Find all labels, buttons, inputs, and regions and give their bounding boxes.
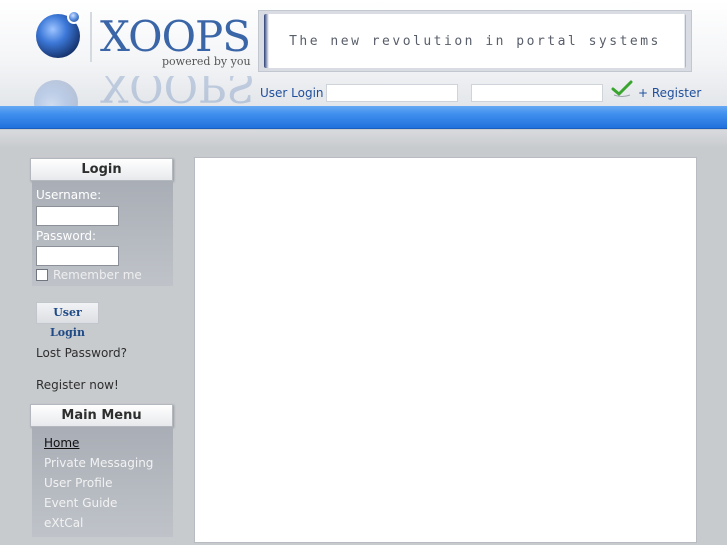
user-login-button[interactable]: User Login — [36, 302, 99, 339]
menu-item-private-messaging[interactable]: Private Messaging — [44, 456, 153, 470]
top-register-link[interactable]: + Register — [638, 86, 701, 100]
top-user-login-label: User Login — [260, 86, 324, 100]
nav-shadow — [0, 130, 727, 148]
top-password-input[interactable] — [471, 84, 603, 102]
remember-me-checkbox[interactable] — [36, 269, 48, 281]
menu-item-user-profile[interactable]: User Profile — [44, 476, 112, 490]
menu-item-extcal[interactable]: eXtCal — [44, 516, 83, 530]
checkmark-submit-icon[interactable] — [611, 79, 633, 99]
logo-small-ball-icon — [67, 10, 81, 24]
main-content-area — [194, 157, 697, 543]
password-field[interactable] — [36, 246, 119, 266]
password-label: Password: — [36, 229, 97, 243]
remember-me-label[interactable]: Remember me — [53, 268, 142, 282]
register-now-link[interactable]: Register now! — [36, 378, 119, 392]
banner-frame: The new revolution in portal systems — [264, 14, 686, 68]
lost-password-link[interactable]: Lost Password? — [36, 346, 127, 360]
menu-item-home[interactable]: Home — [44, 436, 79, 450]
navigation-bar — [0, 106, 727, 129]
login-block-title: Login — [30, 158, 173, 181]
logo-divider — [90, 12, 92, 62]
username-label: Username: — [36, 188, 102, 202]
site-header: XOOPS powered by you XOOPS The new revol… — [0, 0, 727, 106]
logo-reflection-text: XOOPS — [100, 76, 252, 106]
main-menu-title: Main Menu — [30, 404, 173, 427]
menu-item-event-guide[interactable]: Event Guide — [44, 496, 117, 510]
logo-tagline: powered by you — [162, 55, 251, 68]
logo-reflection: XOOPS — [22, 76, 252, 106]
header-banner[interactable]: The new revolution in portal systems — [258, 10, 692, 72]
logo-reflection-ball-icon — [34, 80, 78, 106]
username-field[interactable] — [36, 206, 119, 226]
top-username-input[interactable] — [326, 84, 458, 102]
banner-text: The new revolution in portal systems — [289, 34, 661, 49]
